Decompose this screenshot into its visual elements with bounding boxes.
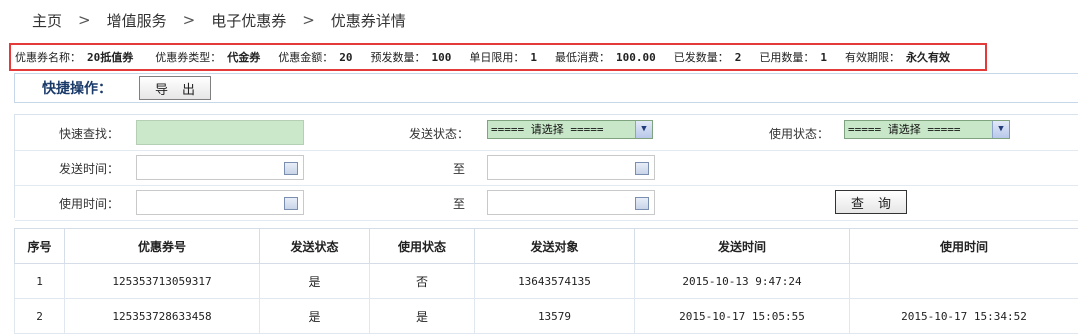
preissue-count-value: 100	[432, 51, 452, 64]
coupon-type-label: 优惠券类型：	[155, 49, 221, 65]
send-status-selected: ===== 请选择 =====	[491, 123, 603, 136]
table-row[interactable]: 1 125353713059317 是 否 13643574135 2015-1…	[15, 264, 1078, 299]
coupon-type-value: 代金券	[227, 49, 260, 65]
daily-limit-value: 1	[530, 51, 537, 64]
send-time-start-input[interactable]	[136, 155, 304, 180]
cell-coupon-no: 125353713059317	[65, 264, 260, 299]
cell-send-status: 是	[260, 264, 370, 299]
cell-recipient: 13579	[475, 299, 635, 334]
used-count-label: 已用数量：	[759, 49, 814, 65]
chevron-right-icon: >	[290, 11, 327, 29]
used-count-value: 1	[820, 51, 827, 64]
use-status-select[interactable]: ===== 请选择 ===== ▼	[844, 120, 1010, 139]
quick-search-input[interactable]	[136, 120, 304, 145]
send-time-to-label: 至	[445, 160, 465, 177]
col-header-index[interactable]: 序号	[15, 229, 65, 264]
calendar-icon[interactable]	[635, 162, 649, 175]
cell-coupon-no: 125353728633458	[65, 299, 260, 334]
query-button[interactable]: 查询	[835, 190, 907, 214]
breadcrumb-home[interactable]: 主页	[28, 10, 66, 31]
use-status-label: 使用状态：	[745, 125, 829, 142]
chevron-right-icon: >	[66, 11, 103, 29]
coupon-amount-label: 优惠金额：	[278, 49, 333, 65]
validity-value: 永久有效	[906, 49, 950, 65]
coupon-records-table: 序号 优惠券号 发送状态 使用状态 发送对象 发送时间 使用时间 1 12535…	[14, 228, 1078, 334]
chevron-right-icon: >	[171, 11, 208, 29]
quick-search-label: 快速查找：	[35, 125, 119, 142]
table-row[interactable]: 2 125353728633458 是 是 13579 2015-10-17 1…	[15, 299, 1078, 334]
min-spend-label: 最低消费：	[555, 49, 610, 65]
cell-use-time: 2015-10-17 15:34:52	[850, 299, 1078, 334]
coupon-name-value: 20抵值券	[87, 49, 133, 65]
quick-actions-title: 快捷操作：	[15, 78, 139, 98]
breadcrumb-current: 优惠券详情	[327, 10, 410, 31]
use-time-start-input[interactable]	[136, 190, 304, 215]
cell-send-status: 是	[260, 299, 370, 334]
breadcrumb-value-added[interactable]: 增值服务	[103, 10, 171, 31]
cell-index: 1	[15, 264, 65, 299]
filter-row-1: 快速查找： 发送状态： ===== 请选择 ===== ▼ 使用状态： ====…	[15, 115, 1078, 151]
send-time-end-input[interactable]	[487, 155, 655, 180]
filter-row-3: 使用时间： 至 查询	[15, 185, 1078, 221]
breadcrumb-coupons[interactable]: 电子优惠券	[207, 10, 290, 31]
chevron-down-icon[interactable]: ▼	[992, 121, 1009, 138]
daily-limit-label: 单日限用：	[469, 49, 524, 65]
coupon-amount-value: 20	[339, 51, 352, 64]
table-header-row: 序号 优惠券号 发送状态 使用状态 发送对象 发送时间 使用时间	[15, 229, 1078, 264]
send-status-select[interactable]: ===== 请选择 ===== ▼	[487, 120, 653, 139]
cell-send-time: 2015-10-13 9:47:24	[635, 264, 850, 299]
issued-count-value: 2	[735, 51, 742, 64]
cell-send-time: 2015-10-17 15:05:55	[635, 299, 850, 334]
col-header-use-status[interactable]: 使用状态	[370, 229, 475, 264]
coupon-info-panel: 优惠券名称： 20抵值券 优惠券类型： 代金券 优惠金额： 20 预发数量： 100 单…	[9, 43, 987, 71]
col-header-send-time[interactable]: 发送时间	[635, 229, 850, 264]
filter-row-2: 发送时间： 至	[15, 150, 1078, 186]
col-header-recipient[interactable]: 发送对象	[475, 229, 635, 264]
export-button[interactable]: 导出	[139, 76, 211, 100]
validity-label: 有效期限：	[845, 49, 900, 65]
send-status-label: 发送状态：	[385, 125, 469, 142]
cell-index: 2	[15, 299, 65, 334]
filter-panel: 快速查找： 发送状态： ===== 请选择 ===== ▼ 使用状态： ====…	[14, 114, 1078, 218]
col-header-send-status[interactable]: 发送状态	[260, 229, 370, 264]
calendar-icon[interactable]	[284, 162, 298, 175]
col-header-coupon-no[interactable]: 优惠券号	[65, 229, 260, 264]
cell-recipient: 13643574135	[475, 264, 635, 299]
use-time-label: 使用时间：	[35, 195, 119, 212]
col-header-use-time[interactable]: 使用时间	[850, 229, 1078, 264]
quick-actions-bar: 快捷操作： 导出	[14, 73, 1078, 103]
use-status-selected: ===== 请选择 =====	[848, 123, 960, 136]
preissue-count-label: 预发数量：	[371, 49, 426, 65]
breadcrumb: 主页 > 增值服务 > 电子优惠券 > 优惠券详情	[0, 0, 1078, 40]
calendar-icon[interactable]	[284, 197, 298, 210]
use-time-end-input[interactable]	[487, 190, 655, 215]
send-time-label: 发送时间：	[35, 160, 119, 177]
cell-use-time	[850, 264, 1078, 299]
cell-use-status: 是	[370, 299, 475, 334]
min-spend-value: 100.00	[616, 51, 656, 64]
calendar-icon[interactable]	[635, 197, 649, 210]
chevron-down-icon[interactable]: ▼	[635, 121, 652, 138]
cell-use-status: 否	[370, 264, 475, 299]
issued-count-label: 已发数量：	[674, 49, 729, 65]
coupon-name-label: 优惠券名称：	[15, 49, 81, 65]
use-time-to-label: 至	[445, 195, 465, 212]
